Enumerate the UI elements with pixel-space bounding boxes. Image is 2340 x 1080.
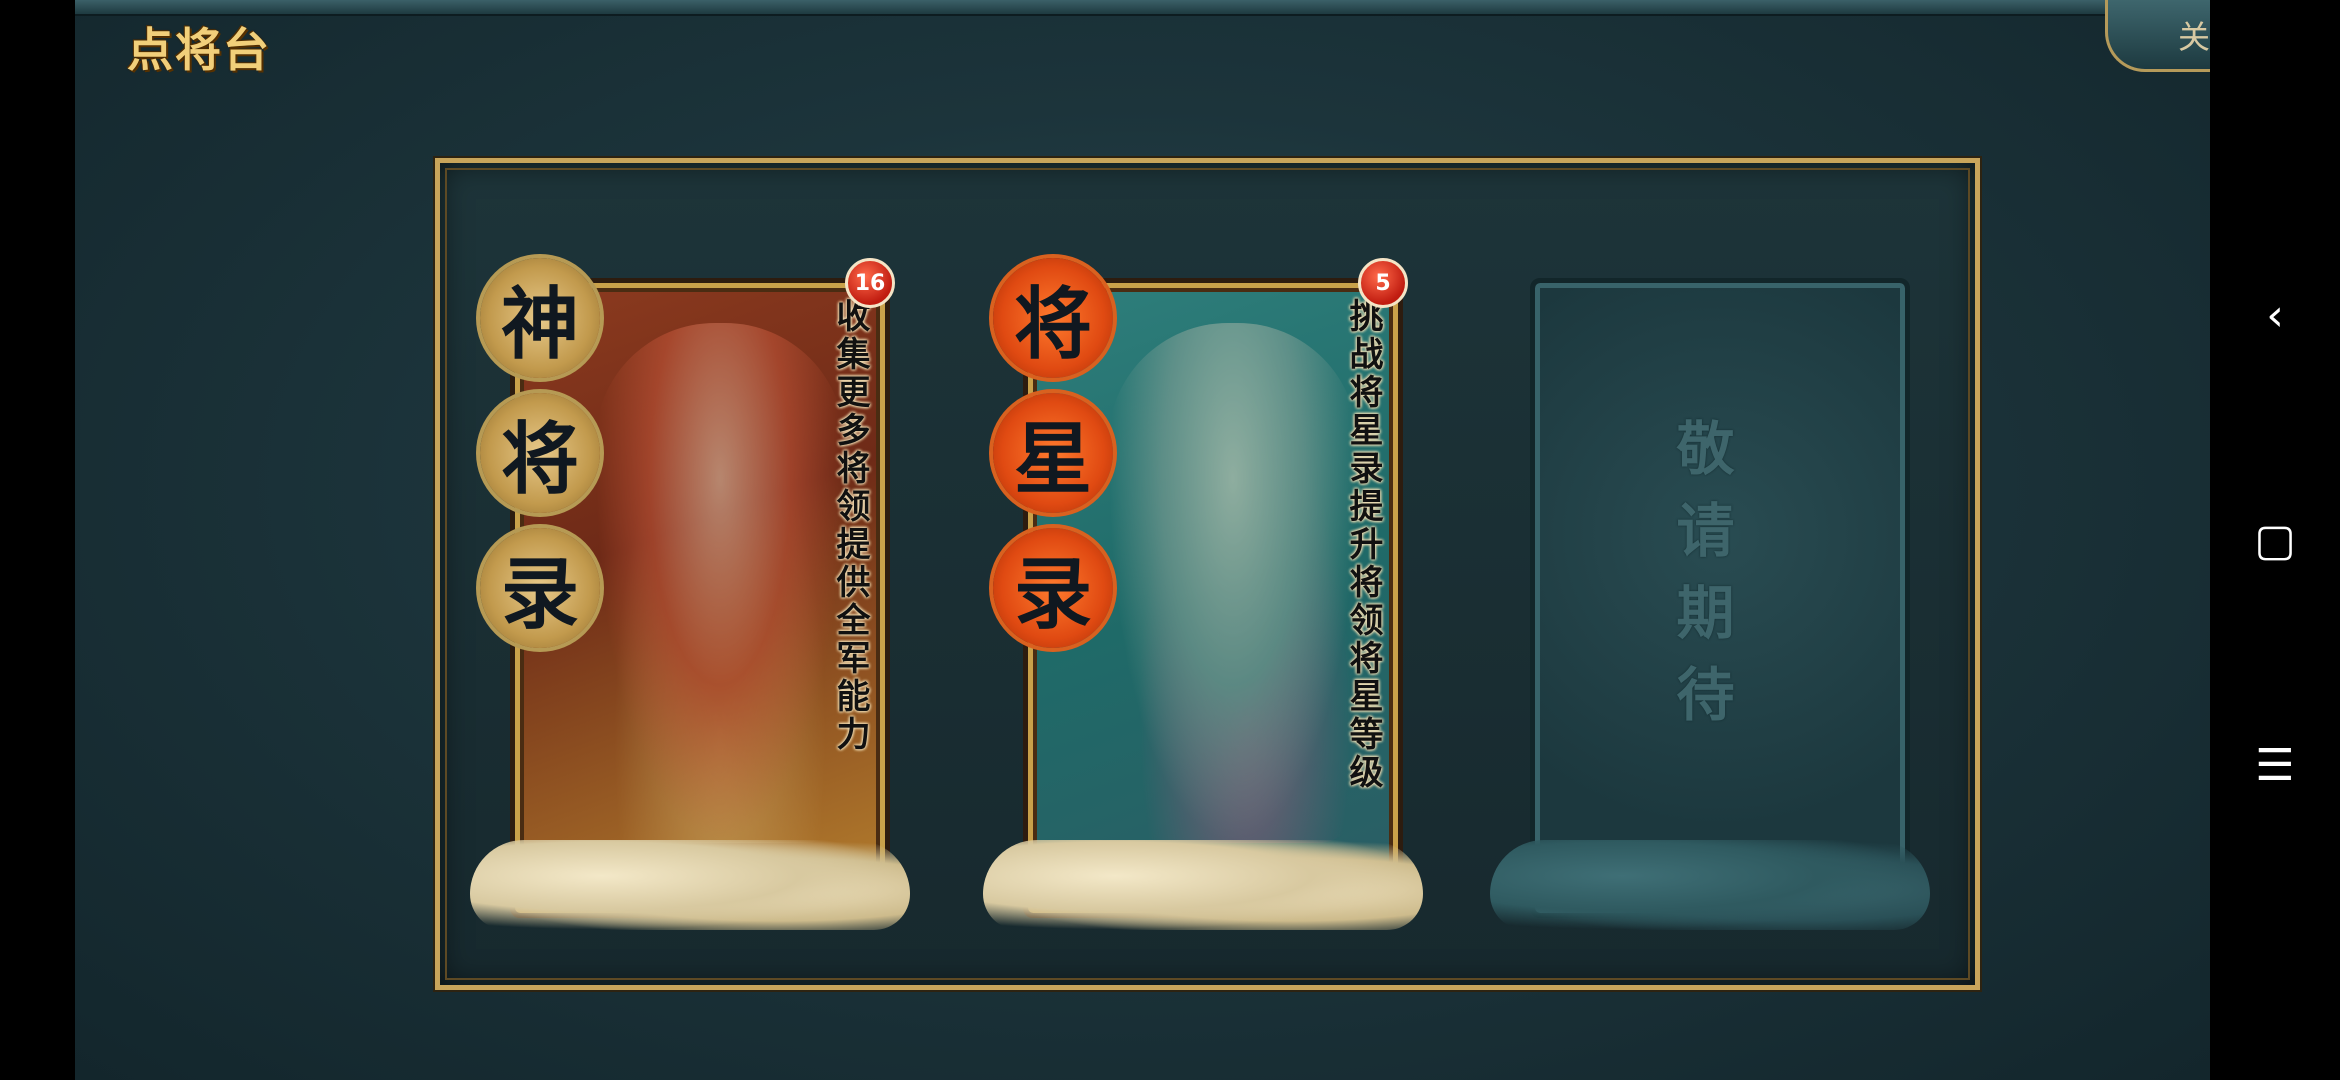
count-badge: 16	[845, 258, 895, 308]
home-icon[interactable]: ▢	[2210, 495, 2340, 585]
hero-illustration	[1108, 323, 1358, 843]
game-screen: 点将台 关闭 神 将 录 收集更多将领提供全军能力 16 将 星 录 挑战将星录…	[75, 0, 2210, 1080]
card-description: 挑战将星录提升将领将星等级	[1343, 298, 1383, 792]
coming-soon-text: 敬请期待	[1666, 418, 1735, 746]
seal-char-2: 将	[480, 393, 600, 513]
card-shen-jiang-lu[interactable]: 神 将 录 收集更多将领提供全军能力 16	[470, 258, 910, 930]
back-icon[interactable]: ‹	[2210, 270, 2340, 360]
card-panel: 神 将 录 收集更多将领提供全军能力 16 将 星 录 挑战将星录提升将领将星等…	[435, 158, 1980, 990]
close-button[interactable]: 关闭	[2105, 0, 2210, 72]
card-jiang-xing-lu[interactable]: 将 星 录 挑战将星录提升将领将星等级 5	[983, 258, 1423, 930]
menu-icon[interactable]: ☰	[2210, 720, 2340, 810]
hero-illustration	[595, 323, 845, 843]
cloud-ornament	[983, 840, 1423, 930]
card-description: 收集更多将领提供全军能力	[830, 298, 870, 754]
seal-char-1: 神	[480, 258, 600, 378]
page-title: 点将台	[127, 23, 271, 77]
seal-char-3: 录	[993, 528, 1113, 648]
seal-char-3: 录	[480, 528, 600, 648]
cloud-ornament	[1490, 840, 1930, 930]
cloud-ornament	[470, 840, 910, 930]
system-nav-bar: ‹ ▢ ☰	[2210, 0, 2340, 1080]
top-bar	[75, 0, 2210, 16]
seal-char-1: 将	[993, 258, 1113, 378]
seal-char-2: 星	[993, 393, 1113, 513]
card-coming-soon: 敬请期待	[1490, 258, 1930, 930]
count-badge: 5	[1358, 258, 1408, 308]
